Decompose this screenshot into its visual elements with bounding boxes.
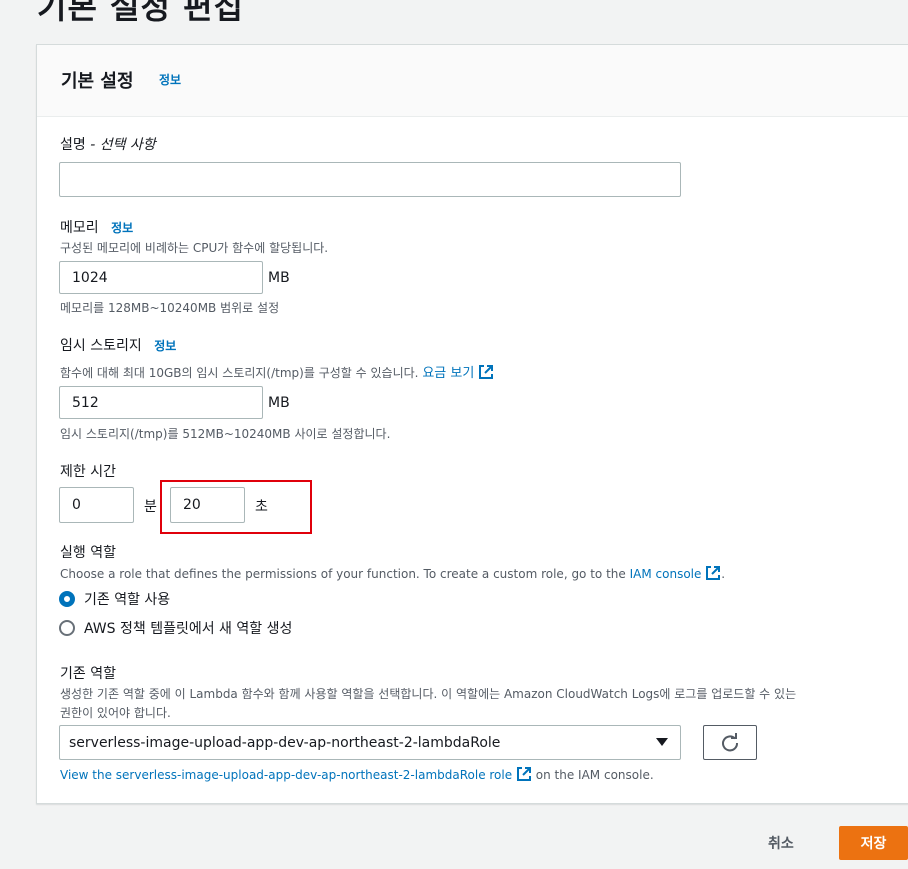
execution-role-desc-text: Choose a role that defines the permissio… [60,567,626,581]
cancel-button[interactable]: 취소 [768,833,794,853]
ephemeral-desc-text: 함수에 대해 최대 10GB의 임시 스토리지(/tmp)를 구성할 수 있습니… [60,366,419,380]
description-input[interactable] [59,162,681,197]
ephemeral-desc: 함수에 대해 최대 10GB의 임시 스토리지(/tmp)를 구성할 수 있습니… [60,362,494,381]
timeout-label: 제한 시간 [60,464,116,480]
external-link-icon [479,365,494,379]
panel-title: 기본 설정 [61,71,134,92]
pricing-link-text[interactable]: 요금 보기 [422,366,474,381]
radio-create-from-template[interactable] [59,620,75,636]
memory-label: 메모리 정보 [60,217,133,237]
description-label: 설명 - 선택 사항 [60,134,156,154]
execution-role-label: 실행 역할 [60,545,116,561]
timeout-minutes-unit: 분 [144,499,157,515]
existing-role-label: 기존 역할 [60,666,116,682]
description-optional-text: - 선택 사항 [90,137,156,153]
ephemeral-info-link[interactable]: 정보 [154,339,176,353]
memory-label-text: 메모리 [60,220,99,236]
ephemeral-hint: 임시 스토리지(/tmp)를 512MB~10240MB 사이로 설정합니다. [60,427,391,441]
external-link-icon [516,767,531,781]
execution-role-desc: Choose a role that defines the permissio… [60,565,725,581]
memory-unit: MB [268,270,290,286]
view-role-line: View the serverless-image-upload-app-dev… [60,766,654,782]
view-role-link-text[interactable]: View the serverless-image-upload-app-dev… [60,768,512,782]
page-title: 기본 설정 편집 [37,0,244,26]
ephemeral-input[interactable]: 512 [59,386,263,419]
existing-role-selected-value[interactable]: serverless-image-upload-app-dev-ap-north… [69,735,500,751]
save-button[interactable]: 저장 [839,826,908,860]
view-role-link[interactable]: View the serverless-image-upload-app-dev… [60,767,532,782]
view-role-suffix: on the IAM console. [535,768,654,782]
memory-desc: 구성된 메모리에 비례하는 CPU가 함수에 할당됩니다. [60,241,329,255]
caret-down-icon[interactable] [656,738,668,746]
existing-role-desc-line2: 권한이 있어야 합니다. [60,706,171,720]
memory-hint: 메모리를 128MB~10240MB 범위로 설정 [60,301,280,315]
timeout-minutes-input[interactable]: 0 [59,487,134,523]
existing-role-desc-line1: 생성한 기존 역할 중에 이 Lambda 함수와 함께 사용할 역할을 선택합… [60,687,797,701]
panel-info-link[interactable]: 정보 [159,71,181,88]
radio-use-existing-role[interactable] [59,591,75,607]
execution-role-desc-end: . [721,567,726,581]
refresh-roles-button[interactable] [703,725,757,760]
refresh-icon [722,732,739,751]
panel-header: 기본 설정 정보 [37,45,908,117]
iam-console-link-text[interactable]: IAM console [630,567,702,581]
description-label-text: 설명 [60,137,86,153]
pricing-link[interactable]: 요금 보기 [422,365,494,381]
ephemeral-label: 임시 스토리지 정보 [60,335,176,355]
iam-console-link[interactable]: IAM console [630,566,722,581]
highlight-box [160,480,312,534]
radio-label-template-role[interactable]: AWS 정책 템플릿에서 새 역할 생성 [84,618,292,638]
external-link-icon [706,566,721,580]
memory-info-link[interactable]: 정보 [111,221,133,235]
ephemeral-label-text: 임시 스토리지 [60,338,142,354]
ephemeral-unit: MB [268,395,290,411]
memory-input[interactable]: 1024 [59,261,263,294]
existing-role-select[interactable]: serverless-image-upload-app-dev-ap-north… [59,725,681,760]
radio-label-existing-role[interactable]: 기존 역할 사용 [84,589,170,609]
